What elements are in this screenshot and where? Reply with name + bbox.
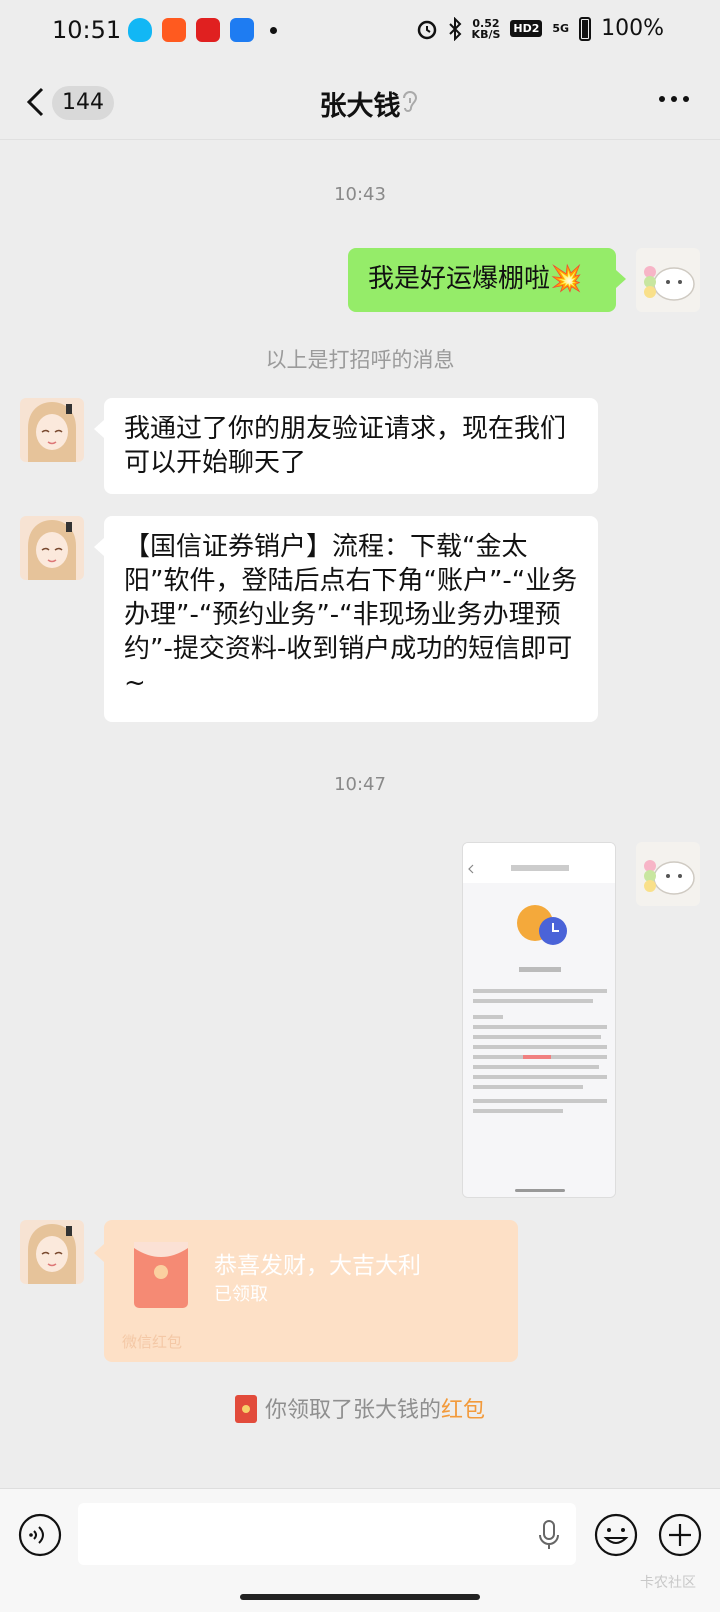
bluetooth-icon (448, 16, 461, 41)
home-indicator[interactable] (240, 1594, 480, 1600)
friend-avatar[interactable] (20, 1220, 84, 1284)
plus-icon[interactable] (658, 1513, 702, 1557)
microphone-icon[interactable] (538, 1519, 560, 1551)
system-note: 以上是打招呼的消息 (265, 348, 455, 372)
image-message-screenshot[interactable] (462, 842, 616, 1198)
chat-header: 144 张大钱 (0, 64, 720, 140)
app-notification-icon (162, 18, 186, 42)
emoji-icon[interactable] (594, 1513, 638, 1557)
notification-icons (128, 18, 277, 42)
status-time: 10:51 (52, 16, 122, 44)
network-speed: 0.52 KB/S (471, 16, 501, 41)
timestamp: 10:47 (334, 774, 386, 795)
red-packet-message[interactable]: 恭喜发财，大吉大利 已领取 微信红包 (94, 1220, 518, 1362)
hd-voice-icon: HD2 (510, 20, 543, 37)
alarm-icon (417, 20, 436, 39)
self-avatar[interactable] (636, 842, 700, 906)
self-avatar[interactable] (636, 248, 700, 312)
timestamp: 10:43 (334, 184, 386, 205)
app-notification-icon (230, 18, 254, 42)
red-packet-mini-icon (234, 1395, 257, 1423)
voice-input-icon[interactable] (18, 1513, 62, 1557)
friend-avatar[interactable] (20, 398, 84, 462)
signal-icon: 5G (552, 22, 570, 35)
message-bubble-friend[interactable]: 【国信证券销户】流程：下载“金太阳”软件，登陆后点右下角“账户”-“业务办理”-… (94, 516, 598, 722)
status-bar: 10:51 0.52 KB/S HD2 5G 100% (0, 0, 720, 64)
red-packet-title: 恭喜发财，大吉大利 (214, 1253, 421, 1279)
red-packet-link[interactable]: 红包 (441, 1398, 485, 1423)
chat-title: 张大钱 (319, 91, 401, 122)
red-packet-footer: 微信红包 (122, 1333, 183, 1351)
battery-icon (579, 16, 592, 41)
red-packet-icon (134, 1242, 188, 1308)
red-packet-received-note: 你领取了张大钱的红包 (0, 1392, 720, 1424)
more-notifications-dot-icon (270, 26, 277, 34)
qq-app-icon (128, 18, 152, 42)
message-bubble-self[interactable]: 我是好运爆棚啦💥 (348, 248, 626, 312)
watermark: 卡农社区 (640, 1575, 696, 1591)
mute-ear-icon (403, 91, 418, 112)
status-right: 0.52 KB/S HD2 5G 100% (416, 16, 664, 41)
friend-avatar[interactable] (20, 516, 84, 580)
more-options-icon[interactable] (658, 94, 690, 104)
message-bubble-friend[interactable]: 我通过了你的朋友验证请求，现在我们可以开始聊天了 (94, 398, 598, 494)
red-packet-status: 已领取 (214, 1284, 268, 1305)
app-notification-icon (196, 18, 220, 42)
battery-level: 100% (601, 16, 664, 41)
red-packet-note-text: 你领取了张大钱的 (264, 1398, 441, 1423)
message-input[interactable] (78, 1503, 576, 1565)
